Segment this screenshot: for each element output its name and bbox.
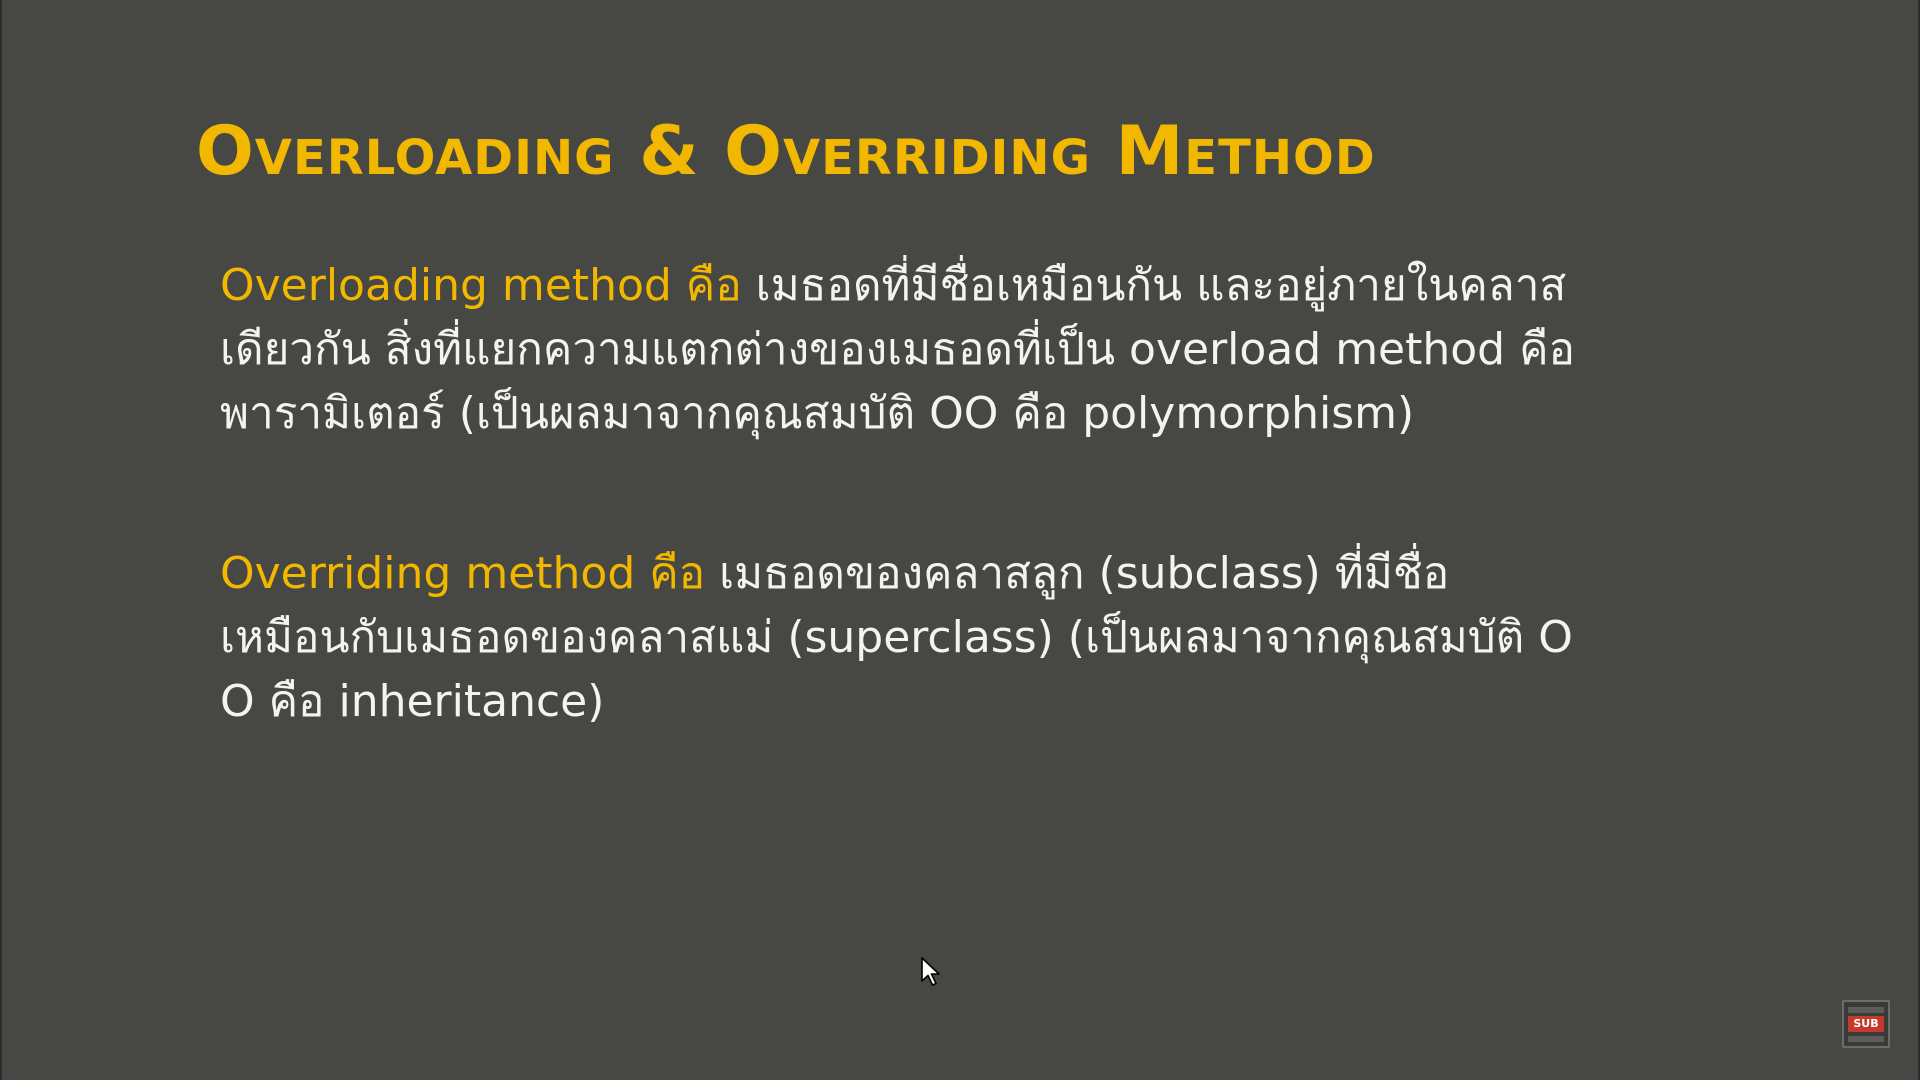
mouse-pointer-icon xyxy=(921,957,940,986)
slide-title: Overloading & Overriding Method xyxy=(196,112,1376,191)
slide-left-edge xyxy=(0,0,2,1080)
paragraph-line: Overriding method คือ เมธอดของคลาสลูก (s… xyxy=(220,542,1820,606)
paragraph-line: พารามิเตอร์ (เป็นผลมาจากคุณสมบัติ OO คือ… xyxy=(220,388,1415,439)
overloading-paragraph: Overloading method คือ เมธอดที่มีชื่อเหม… xyxy=(220,254,1820,446)
paragraph-line: O คือ inheritance) xyxy=(220,676,605,727)
overriding-term: Overriding method คือ xyxy=(220,548,706,599)
paragraph-line: เดียวกัน สิ่งที่แยกความแตกต่างของเมธอดที… xyxy=(220,324,1575,375)
subtitle-badge[interactable]: SUB xyxy=(1842,1000,1890,1048)
subtitle-badge-label: SUB xyxy=(1848,1016,1884,1032)
paragraph-text: เมธอดที่มีชื่อเหมือนกัน และอยู่ภายในคลาส xyxy=(741,260,1567,311)
slide: Overloading & Overriding Method Overload… xyxy=(0,0,1920,1080)
paragraph-line: เหมือนกับเมธอดของคลาสแม่ (superclass) (เ… xyxy=(220,612,1573,663)
paragraph-text: เมธอดของคลาสลูก (subclass) ที่มีชื่อ xyxy=(705,548,1450,599)
badge-strip xyxy=(1848,1036,1884,1042)
overloading-term: Overloading method คือ xyxy=(220,260,742,311)
badge-strip xyxy=(1848,1007,1884,1013)
paragraph-line: Overloading method คือ เมธอดที่มีชื่อเหม… xyxy=(220,254,1820,318)
overriding-paragraph: Overriding method คือ เมธอดของคลาสลูก (s… xyxy=(220,542,1820,734)
